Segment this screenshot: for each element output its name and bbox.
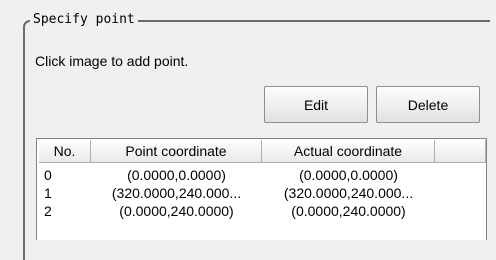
instruction-text: Click image to add point. bbox=[35, 53, 189, 69]
row-no: 1 bbox=[44, 185, 52, 201]
row-point-coordinate: (0.0000,0.0000) bbox=[127, 167, 226, 183]
delete-button[interactable]: Delete bbox=[376, 86, 480, 123]
list-row[interactable]: 1 (320.0000,240.000... (320.0000,240.000… bbox=[39, 184, 486, 202]
column-header-actual-coordinate[interactable]: Actual coordinate bbox=[262, 140, 435, 163]
row-no: 0 bbox=[44, 167, 52, 183]
edit-button[interactable]: Edit bbox=[264, 86, 368, 123]
group-title: Specify point bbox=[30, 11, 138, 28]
row-point-coordinate: (0.0000,240.0000) bbox=[119, 203, 234, 219]
list-body: 0 (0.0000,0.0000) (0.0000,0.0000) 1 (320… bbox=[39, 166, 486, 220]
row-no: 2 bbox=[44, 203, 52, 219]
column-header-point-coordinate[interactable]: Point coordinate bbox=[91, 140, 262, 163]
list-row[interactable]: 2 (0.0000,240.0000) (0.0000,240.0000) bbox=[39, 202, 486, 220]
row-actual-coordinate: (0.0000,0.0000) bbox=[299, 167, 398, 183]
list-row[interactable]: 0 (0.0000,0.0000) (0.0000,0.0000) bbox=[39, 166, 486, 184]
column-header-empty[interactable] bbox=[435, 140, 486, 163]
row-point-coordinate: (320.0000,240.000... bbox=[111, 185, 242, 201]
row-actual-coordinate: (0.0000,240.0000) bbox=[291, 203, 406, 219]
column-header-no[interactable]: No. bbox=[39, 140, 91, 163]
list-header: No. Point coordinate Actual coordinate bbox=[39, 140, 486, 163]
point-list[interactable]: No. Point coordinate Actual coordinate 0… bbox=[36, 138, 487, 240]
row-actual-coordinate: (320.0000,240.000... bbox=[283, 185, 414, 201]
